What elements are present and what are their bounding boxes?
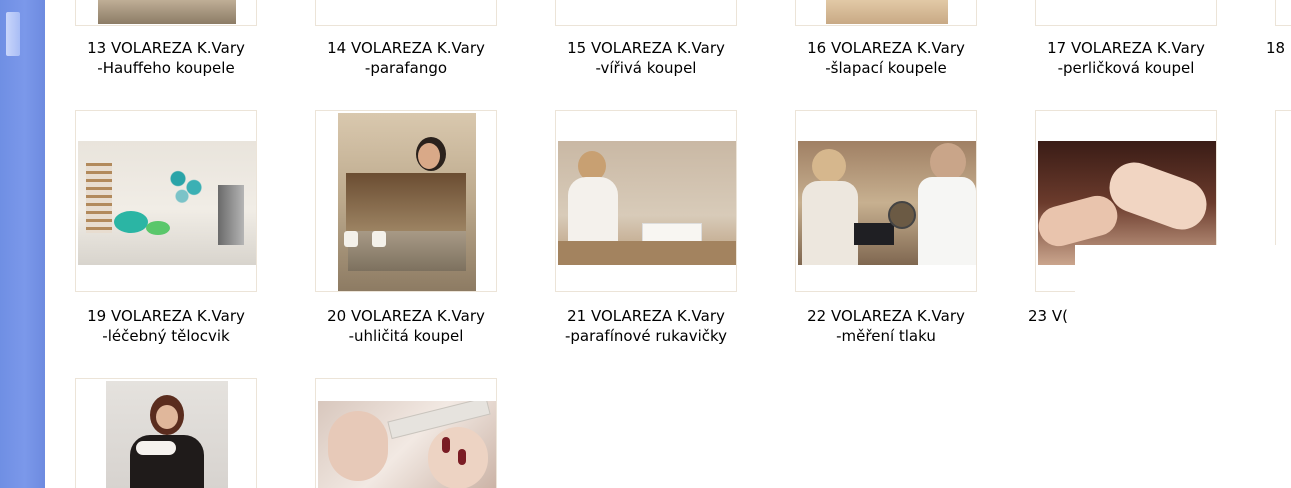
caption-20[interactable]: 20 VOLAREZA K.Vary -uhličitá koupel [306, 306, 506, 346]
caption-14[interactable]: 14 VOLAREZA K.Vary -parafango [306, 38, 506, 78]
thumbnail-16-image [826, 0, 948, 24]
caption-13-line1: 13 VOLAREZA K.Vary [87, 39, 245, 57]
caption-18[interactable]: 18 [1266, 38, 1291, 58]
thumbnail-20[interactable] [315, 110, 497, 292]
thumbnail-16[interactable] [795, 0, 977, 26]
caption-16-line2: -šlapací koupele [825, 59, 947, 77]
caption-15-line2: -vířivá koupel [595, 59, 697, 77]
thumbnail-18[interactable] [1275, 0, 1291, 26]
caption-13[interactable]: 13 VOLAREZA K.Vary -Hauffeho koupele [66, 38, 266, 78]
caption-21-line2: -parafínové rukavičky [564, 327, 728, 345]
thumbnail-26[interactable] [315, 378, 497, 488]
thumbnail-13-image [98, 0, 236, 24]
caption-17[interactable]: 17 VOLAREZA K.Vary -perličková koupel [1026, 38, 1226, 78]
caption-15[interactable]: 15 VOLAREZA K.Vary -vířivá koupel [546, 38, 746, 78]
blank-overlay [1075, 245, 1291, 488]
caption-18-line1: 18 [1266, 39, 1286, 57]
thumbnail-13[interactable] [75, 0, 257, 26]
caption-17-line2: -perličková koupel [1057, 59, 1195, 77]
caption-20-line2: -uhličitá koupel [348, 327, 464, 345]
thumbnail-20-image [338, 113, 476, 291]
thumbnail-17[interactable] [1035, 0, 1217, 26]
thumbnail-22[interactable] [795, 110, 977, 292]
thumbnail-25[interactable] [75, 378, 257, 488]
thumbnail-19-image [78, 141, 256, 265]
thumbnail-14[interactable] [315, 0, 497, 26]
thumbnail-25-image [106, 381, 228, 488]
left-panel-scroll-edge [0, 0, 45, 488]
thumbnail-15[interactable] [555, 0, 737, 26]
caption-22-line1: 22 VOLAREZA K.Vary [807, 307, 965, 325]
caption-19-line2: -léčebný tělocvik [102, 327, 230, 345]
thumbnail-19[interactable] [75, 110, 257, 292]
caption-21-line1: 21 VOLAREZA K.Vary [567, 307, 725, 325]
caption-19-line1: 19 VOLAREZA K.Vary [87, 307, 245, 325]
thumbnail-22-image [798, 141, 976, 265]
caption-21[interactable]: 21 VOLAREZA K.Vary -parafínové rukavičky [546, 306, 746, 346]
thumbnail-21[interactable] [555, 110, 737, 292]
caption-13-line2: -Hauffeho koupele [97, 59, 235, 77]
scroll-thumb[interactable] [6, 12, 20, 56]
caption-22-line2: -měření tlaku [836, 327, 936, 345]
caption-17-line1: 17 VOLAREZA K.Vary [1047, 39, 1205, 57]
caption-14-line2: -parafango [364, 59, 448, 77]
caption-16-line1: 16 VOLAREZA K.Vary [807, 39, 965, 57]
caption-15-line1: 15 VOLAREZA K.Vary [567, 39, 725, 57]
thumbnail-26-image [318, 401, 496, 488]
caption-16[interactable]: 16 VOLAREZA K.Vary -šlapací koupele [786, 38, 986, 78]
caption-14-line1: 14 VOLAREZA K.Vary [327, 39, 485, 57]
caption-20-line1: 20 VOLAREZA K.Vary [327, 307, 485, 325]
thumbnail-21-image [558, 141, 736, 265]
caption-22[interactable]: 22 VOLAREZA K.Vary -měření tlaku [786, 306, 986, 346]
caption-19[interactable]: 19 VOLAREZA K.Vary -léčebný tělocvik [66, 306, 266, 346]
